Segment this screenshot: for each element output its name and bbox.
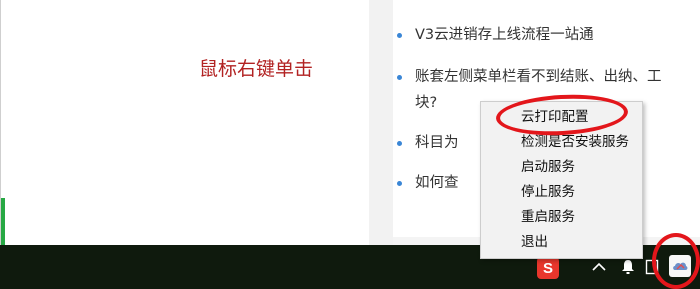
menu-item-check-service[interactable]: 检测是否安装服务 [521,131,629,153]
pane-gap [369,0,393,245]
article-link-text[interactable]: 账套左侧菜单栏看不到结账、出纳、工 [415,69,662,85]
notification-bell-icon[interactable] [618,257,638,277]
scrollbar-accent [1,198,5,245]
article-link[interactable]: 如何查 [397,170,459,196]
article-link[interactable]: 科目为 [397,130,459,156]
article-link-text[interactable]: 如何查 [415,175,459,191]
article-link-text[interactable]: V3云进销存上线流程一站通 [415,27,594,43]
article-link-text[interactable]: 科目为 [415,135,459,151]
tray-app-icon[interactable] [643,257,661,277]
menu-item-cloud-print-config[interactable]: 云打印配置 [521,106,589,128]
menu-item-stop-service[interactable]: 停止服务 [521,181,575,203]
bullet-icon [397,181,402,186]
article-link-continued[interactable]: 块? [415,90,437,116]
menu-item-restart-service[interactable]: 重启服务 [521,206,575,228]
article-link-text[interactable]: 块? [415,95,437,111]
menu-item-exit[interactable]: 退出 [521,231,548,253]
tray-context-menu: 云打印配置 检测是否安装服务 启动服务 停止服务 重启服务 退出 [480,101,643,259]
bullet-icon [397,33,402,38]
sogou-ime-icon[interactable]: S [537,257,559,279]
cloud-print-icon[interactable] [669,255,691,277]
document-pane: 鼠标右键单击 [0,0,369,245]
chevron-up-icon[interactable] [589,257,609,277]
instruction-caption: 鼠标右键单击 [199,58,314,80]
article-link[interactable]: V3云进销存上线流程一站通 [397,22,594,48]
screen: 鼠标右键单击 V3云进销存上线流程一站通 账套左侧菜单栏看不到结账、出纳、工 块… [0,0,700,289]
article-link[interactable]: 账套左侧菜单栏看不到结账、出纳、工 [397,64,662,90]
bullet-icon [397,141,402,146]
menu-item-start-service[interactable]: 启动服务 [521,156,575,178]
bullet-icon [397,75,402,80]
